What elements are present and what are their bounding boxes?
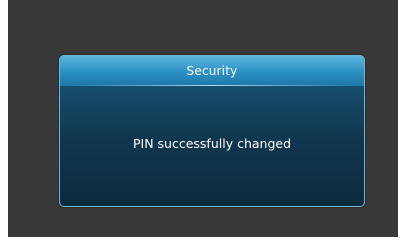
- dialog-header: Security: [60, 56, 364, 86]
- security-dialog: Security PIN successfully changed: [59, 55, 365, 207]
- dialog-title: Security: [186, 64, 238, 78]
- device-screen: Security PIN successfully changed: [8, 0, 398, 237]
- header-divider: [68, 85, 356, 86]
- dialog-message: PIN successfully changed: [132, 136, 292, 151]
